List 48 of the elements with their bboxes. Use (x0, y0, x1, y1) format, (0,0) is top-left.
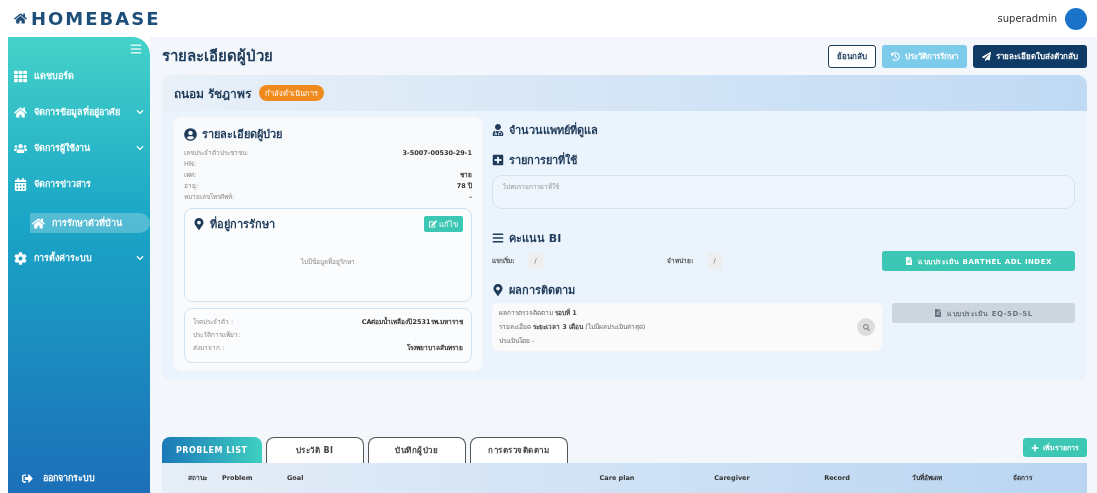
sidebar-item[interactable]: จัดการข้อมูลที่อยู่อาศัย (8, 105, 150, 119)
section-title: รายการยาที่ใช้ (509, 151, 577, 169)
paper-plane-icon (982, 51, 991, 61)
user-avatar-icon (1065, 7, 1087, 30)
section-title: จำนวนแพทย์ที่ดูแล (509, 121, 598, 139)
sidebar-item-icon (14, 141, 27, 155)
section-title: รายละเอียดผู้ป่วย (202, 127, 282, 143)
chevron-down-icon (136, 254, 144, 262)
sidebar-item-icon (14, 251, 27, 265)
user-name: superadmin (997, 13, 1057, 24)
chevron-down-icon (136, 108, 144, 116)
sidebar-item[interactable]: การตั้งค่าระบบ (8, 251, 150, 265)
tab[interactable]: การตรวจติดตาม (469, 437, 568, 463)
map-pin-icon (492, 284, 504, 296)
search-icon (862, 323, 870, 331)
edit-icon (429, 220, 437, 228)
sidebar-item[interactable]: จัดการข่าวสาร (8, 177, 150, 191)
list-icon (492, 232, 504, 244)
chevron-down-icon (136, 144, 144, 152)
section-title: คะแนน BI (509, 231, 562, 247)
sidebar-item[interactable]: การรักษาตัวที่บ้าน (30, 213, 150, 233)
patient-name: ถนอม รัชฎาพร (174, 85, 252, 103)
map-pin-icon (193, 218, 205, 230)
sidebar-item-icon (14, 105, 27, 119)
file-icon (905, 257, 914, 265)
sidebar-item-icon (14, 69, 27, 83)
menu-icon[interactable] (130, 43, 142, 55)
plus-icon (1031, 443, 1039, 452)
section-title: ผลการติดตาม (509, 283, 575, 299)
logout-icon (22, 472, 33, 484)
action-button[interactable]: รายละเอียดใบส่งตัวกลับ (973, 44, 1087, 68)
action-button[interactable]: ย้อนกลับ (828, 44, 876, 68)
action-button[interactable]: ประวัติการรักษา (882, 44, 967, 68)
sidebar-item[interactable]: แดชบอร์ด (8, 69, 150, 83)
logout-link[interactable]: ออกจากระบบ (8, 471, 150, 485)
tab[interactable]: PROBLEM LIST (162, 437, 262, 463)
sidebar-item-icon (32, 216, 45, 230)
history-icon (891, 51, 900, 61)
sidebar-item[interactable]: จัดการผู้ใช้งาน (8, 141, 150, 155)
page-title: รายละเอียดผู้ป่วย (162, 46, 273, 68)
app-logo[interactable]: HOMEBASE (14, 8, 161, 29)
tab[interactable]: บันทึกผู้ป่วย (367, 437, 466, 463)
search-button[interactable] (857, 318, 875, 336)
doctor-icon (492, 124, 504, 136)
tab[interactable]: ประวัติ BI (265, 437, 364, 463)
section-title: ที่อยู่การรักษา (210, 215, 275, 233)
file-icon (934, 309, 943, 317)
sidebar-item-icon (14, 177, 27, 191)
